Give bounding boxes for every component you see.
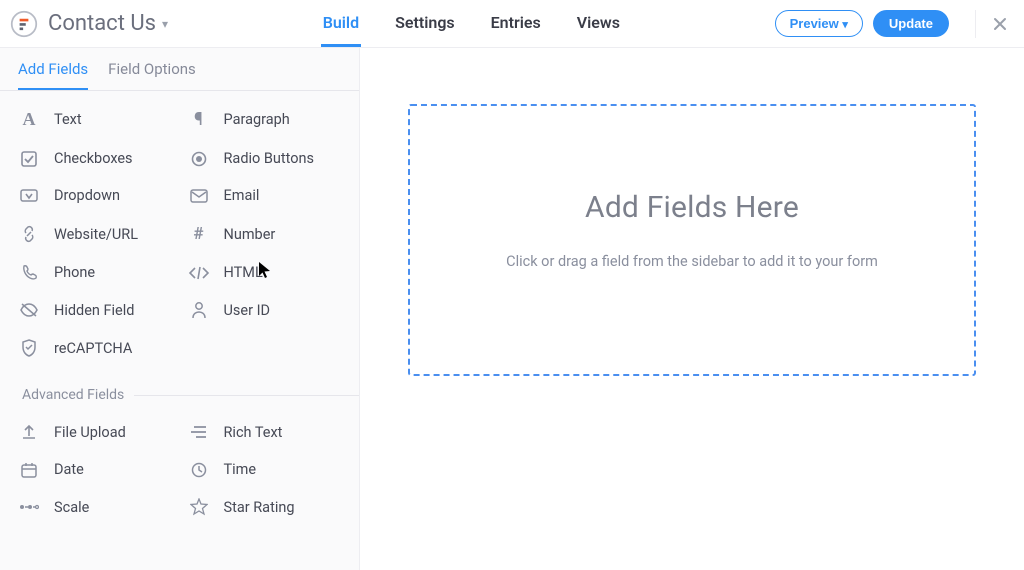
preview-button[interactable]: Preview ▾ <box>775 10 863 37</box>
field-rich-text[interactable]: Rich Text <box>180 413 350 451</box>
richtext-icon <box>188 425 210 439</box>
field-number[interactable]: #Number <box>180 214 350 254</box>
tab-settings[interactable]: Settings <box>393 0 457 47</box>
form-canvas: Add Fields Here Click or drag a field fr… <box>360 48 1024 570</box>
app-logo-icon <box>8 8 40 40</box>
sidebar-tab-field-options[interactable]: Field Options <box>108 60 196 90</box>
hidden-icon <box>18 302 40 318</box>
upload-icon <box>18 423 40 441</box>
field-date[interactable]: Date <box>10 451 180 488</box>
field-dropdown[interactable]: Dropdown <box>10 177 180 214</box>
advanced-fields: File Upload Rich Text Date Time Scale St… <box>0 413 359 532</box>
field-hidden[interactable]: Hidden Field <box>10 291 180 329</box>
text-icon: A <box>18 109 40 130</box>
sidebar-tab-add-fields[interactable]: Add Fields <box>18 60 88 90</box>
field-phone[interactable]: Phone <box>10 254 180 291</box>
field-scale[interactable]: Scale <box>10 488 180 526</box>
field-text[interactable]: AText <box>10 99 180 140</box>
tab-build[interactable]: Build <box>321 0 361 47</box>
top-bar: Contact Us ▾ Build Settings Entries View… <box>0 0 1024 48</box>
dropzone-hint: Click or drag a field from the sidebar t… <box>506 253 878 270</box>
star-icon <box>188 498 210 516</box>
field-recaptcha[interactable]: reCAPTCHA <box>10 329 180 367</box>
field-radio[interactable]: Radio Buttons <box>180 140 350 177</box>
field-dropzone[interactable]: Add Fields Here Click or drag a field fr… <box>408 104 976 376</box>
radio-icon <box>188 151 210 167</box>
number-icon: # <box>188 224 210 244</box>
field-userid[interactable]: User ID <box>180 291 350 329</box>
sidebar-tabs: Add Fields Field Options <box>0 48 359 90</box>
scale-icon <box>18 503 40 511</box>
field-file-upload[interactable]: File Upload <box>10 413 180 451</box>
field-time[interactable]: Time <box>180 451 350 488</box>
field-star-rating[interactable]: Star Rating <box>180 488 350 526</box>
basic-fields: AText ¶Paragraph Checkboxes Radio Button… <box>0 91 359 373</box>
update-button[interactable]: Update <box>873 10 949 37</box>
paragraph-icon: ¶ <box>188 109 210 130</box>
dropzone-headline: Add Fields Here <box>585 190 799 225</box>
field-checkboxes[interactable]: Checkboxes <box>10 140 180 177</box>
tab-views[interactable]: Views <box>575 0 622 47</box>
code-icon <box>188 266 210 280</box>
tab-entries[interactable]: Entries <box>489 0 543 47</box>
clock-icon <box>188 462 210 478</box>
workspace: Add Fields Field Options AText ¶Paragrap… <box>0 48 1024 570</box>
top-actions: Preview ▾ Update <box>775 10 1008 38</box>
form-title-dropdown[interactable]: Contact Us ▾ <box>48 11 168 36</box>
close-button[interactable] <box>975 10 1008 38</box>
checkbox-icon <box>18 151 40 167</box>
field-url[interactable]: Website/URL <box>10 214 180 254</box>
calendar-icon <box>18 462 40 478</box>
link-icon <box>18 225 40 243</box>
user-icon <box>188 301 210 319</box>
field-paragraph[interactable]: ¶Paragraph <box>180 99 350 140</box>
email-icon <box>188 189 210 203</box>
field-html[interactable]: HTML <box>180 254 350 291</box>
chevron-down-icon: ▾ <box>162 17 168 31</box>
chevron-down-icon: ▾ <box>842 19 848 31</box>
primary-tabs: Build Settings Entries Views <box>321 0 622 47</box>
shield-icon <box>18 339 40 357</box>
field-email[interactable]: Email <box>180 177 350 214</box>
advanced-section-header: Advanced Fields <box>0 373 359 413</box>
dropdown-icon <box>18 188 40 204</box>
sidebar: Add Fields Field Options AText ¶Paragrap… <box>0 48 360 570</box>
form-title-text: Contact Us <box>48 11 156 36</box>
phone-icon <box>18 264 40 281</box>
